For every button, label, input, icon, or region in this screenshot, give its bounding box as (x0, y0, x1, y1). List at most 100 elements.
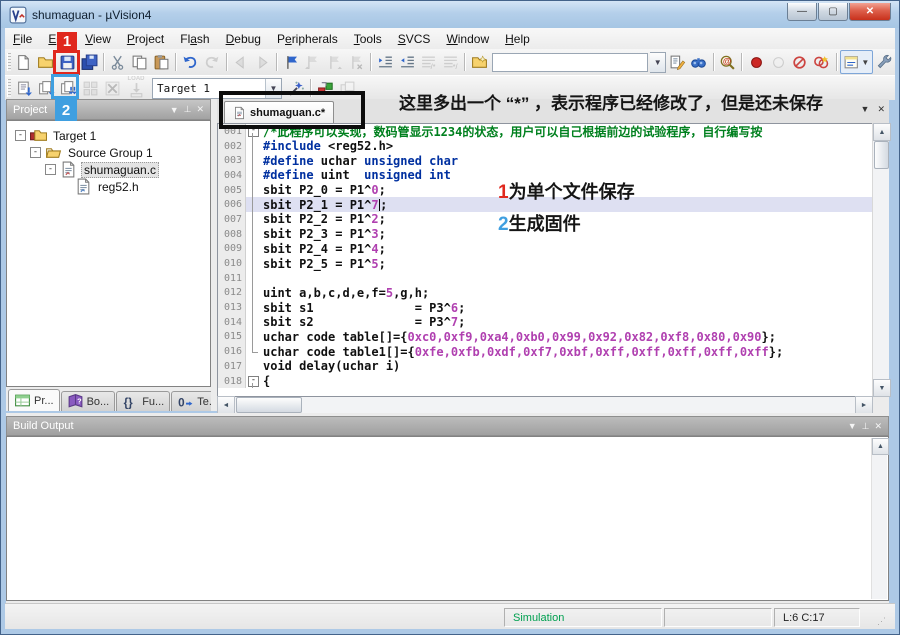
menu-window[interactable]: Window (438, 30, 497, 48)
build-output-content[interactable]: ▲ (6, 436, 889, 601)
scroll-up-icon[interactable]: ▲ (872, 438, 889, 455)
toolbar-grip[interactable] (7, 53, 11, 71)
collapse-icon[interactable]: - (15, 130, 26, 141)
code-line-009[interactable]: 009sbit P2_4 = P1^4; (218, 242, 872, 257)
new-file-button[interactable] (13, 51, 35, 73)
find-at-button[interactable]: @ (717, 51, 739, 73)
code-line-012[interactable]: 012uint a,b,c,d,e,f=5,g,h; (218, 286, 872, 301)
close-button[interactable]: ✕ (849, 3, 891, 21)
code-text: void delay(uchar i) (259, 359, 872, 373)
copy-button[interactable] (129, 51, 151, 73)
menu-help[interactable]: Help (497, 30, 538, 48)
menu-project[interactable]: Project (119, 30, 172, 48)
editor-horizontal-scrollbar[interactable]: ◄ ► (217, 397, 873, 413)
resize-grip[interactable]: ⋰ (862, 608, 894, 627)
bookmark-prev-button[interactable] (302, 51, 324, 73)
scroll-up-icon[interactable]: ▲ (873, 123, 891, 141)
code-editor[interactable]: 001-/*此程序可以实现，数码管显示1234的状态，用户可以自己根据前边的试验… (217, 123, 873, 397)
toolbar-separator (741, 53, 742, 71)
menu-debug[interactable]: Debug (218, 30, 269, 48)
code-line-015[interactable]: 015uchar code table[]={0xc0,0xf9,0xa4,0x… (218, 330, 872, 345)
scroll-thumb[interactable] (236, 397, 302, 413)
undo-button[interactable] (179, 51, 201, 73)
bookmark-next-button[interactable] (324, 51, 346, 73)
find-in-files-button[interactable] (468, 51, 490, 73)
cut-button[interactable] (107, 51, 129, 73)
uncomment-button[interactable]: */ (440, 51, 462, 73)
build-output-scrollbar[interactable]: ▲ (871, 438, 887, 599)
comment-button[interactable]: /* (418, 51, 440, 73)
close-icon[interactable]: ✕ (874, 421, 882, 432)
tree-item-target-1[interactable]: -Target 1 (7, 127, 210, 144)
menu-svcs[interactable]: SVCS (390, 30, 439, 48)
nav-back-button[interactable] (230, 51, 252, 73)
find-button[interactable] (688, 51, 710, 73)
panel-tab-pr[interactable]: Pr... (8, 389, 60, 411)
status-message-area (6, 608, 502, 627)
code-line-014[interactable]: 014sbit s2 = P3^7; (218, 315, 872, 330)
code-line-002[interactable]: 002#include <reg52.h> (218, 139, 872, 154)
indent-more-icon (377, 54, 394, 71)
build-output-title: Build Output (13, 420, 74, 432)
code-line-010[interactable]: 010sbit P2_5 = P1^5; (218, 256, 872, 271)
translate-button[interactable] (13, 77, 35, 99)
breakpoint-insert-button[interactable] (745, 51, 767, 73)
find-input[interactable] (492, 53, 648, 72)
close-icon[interactable]: ✕ (196, 104, 204, 115)
code-line-003[interactable]: 003#define uchar unsigned char (218, 153, 872, 168)
scroll-thumb[interactable] (874, 141, 889, 169)
bookmark-clear-button[interactable] (346, 51, 368, 73)
paste-button[interactable] (151, 51, 173, 73)
fold-collapse-icon[interactable]: - (248, 376, 259, 387)
scroll-left-icon[interactable]: ◄ (217, 396, 235, 414)
panel-tab-bo[interactable]: ?Bo... (61, 391, 116, 411)
menu-tools[interactable]: Tools (346, 30, 390, 48)
scroll-down-icon[interactable]: ▼ (873, 379, 891, 397)
indent-less-button[interactable] (396, 51, 418, 73)
collapse-icon[interactable]: - (30, 147, 41, 158)
menu-view[interactable]: View (77, 30, 119, 48)
nav-forward-button[interactable] (252, 51, 274, 73)
code-line-016[interactable]: 016uchar code table1[]={0xfe,0xfb,0xdf,0… (218, 344, 872, 359)
minimize-button[interactable]: — (787, 3, 817, 21)
menu-flash[interactable]: Flash (172, 30, 217, 48)
batch-build-button[interactable] (79, 77, 101, 99)
tree-item-reg52-h[interactable]: reg52.h (7, 178, 210, 195)
breakpoint-kill-button[interactable] (811, 51, 833, 73)
chevron-down-icon[interactable]: ▼ (861, 58, 869, 67)
menu-peripherals[interactable]: Peripherals (269, 30, 346, 48)
tab-list-icon[interactable]: ▼ (861, 104, 870, 115)
editor-vertical-scrollbar[interactable]: ▲ ▼ (872, 123, 889, 397)
save-all-button[interactable] (78, 51, 100, 73)
collapse-icon[interactable]: - (45, 164, 56, 175)
code-line-011[interactable]: 011 (218, 271, 872, 286)
indent-more-button[interactable] (374, 51, 396, 73)
wrench-button[interactable] (873, 51, 895, 73)
panel-menu-icon[interactable]: ▼ (848, 421, 857, 431)
panel-menu-icon[interactable]: ▼ (170, 105, 179, 115)
document-search-button[interactable] (666, 51, 688, 73)
chevron-down-icon[interactable]: ▼ (650, 52, 666, 73)
bookmark-button[interactable] (280, 51, 302, 73)
menu-file[interactable]: File (5, 30, 40, 48)
panel-tab-fu[interactable]: {}Fu... (116, 391, 170, 411)
code-line-013[interactable]: 013sbit s1 = P3^6; (218, 300, 872, 315)
toolbar-grip[interactable] (7, 79, 11, 97)
project-panel: Project ▼ ⊥ ✕ -Target 1-Source Group 1-s… (6, 99, 211, 411)
close-document-icon[interactable]: ✕ (877, 104, 885, 115)
pin-icon[interactable]: ⊥ (184, 104, 192, 115)
load-button[interactable]: LOAD (123, 77, 149, 99)
scroll-right-icon[interactable]: ► (855, 396, 873, 414)
code-line-018[interactable]: 018-{ (218, 374, 872, 389)
tree-item-shumaguan-c[interactable]: -shumaguan.c (7, 161, 210, 178)
pin-icon[interactable]: ⊥ (862, 421, 870, 432)
code-line-017[interactable]: 017void delay(uchar i) (218, 359, 872, 374)
tree-item-source-group-1[interactable]: -Source Group 1 (7, 144, 210, 161)
annotation-save-marker-number: 1 (57, 32, 77, 51)
breakpoint-enable-button[interactable] (767, 51, 789, 73)
window-select-button[interactable]: ▼ (840, 50, 874, 74)
stop-build-button[interactable] (101, 77, 123, 99)
redo-button[interactable] (201, 51, 223, 73)
maximize-button[interactable]: ▢ (818, 3, 848, 21)
breakpoint-disable-button[interactable] (789, 51, 811, 73)
